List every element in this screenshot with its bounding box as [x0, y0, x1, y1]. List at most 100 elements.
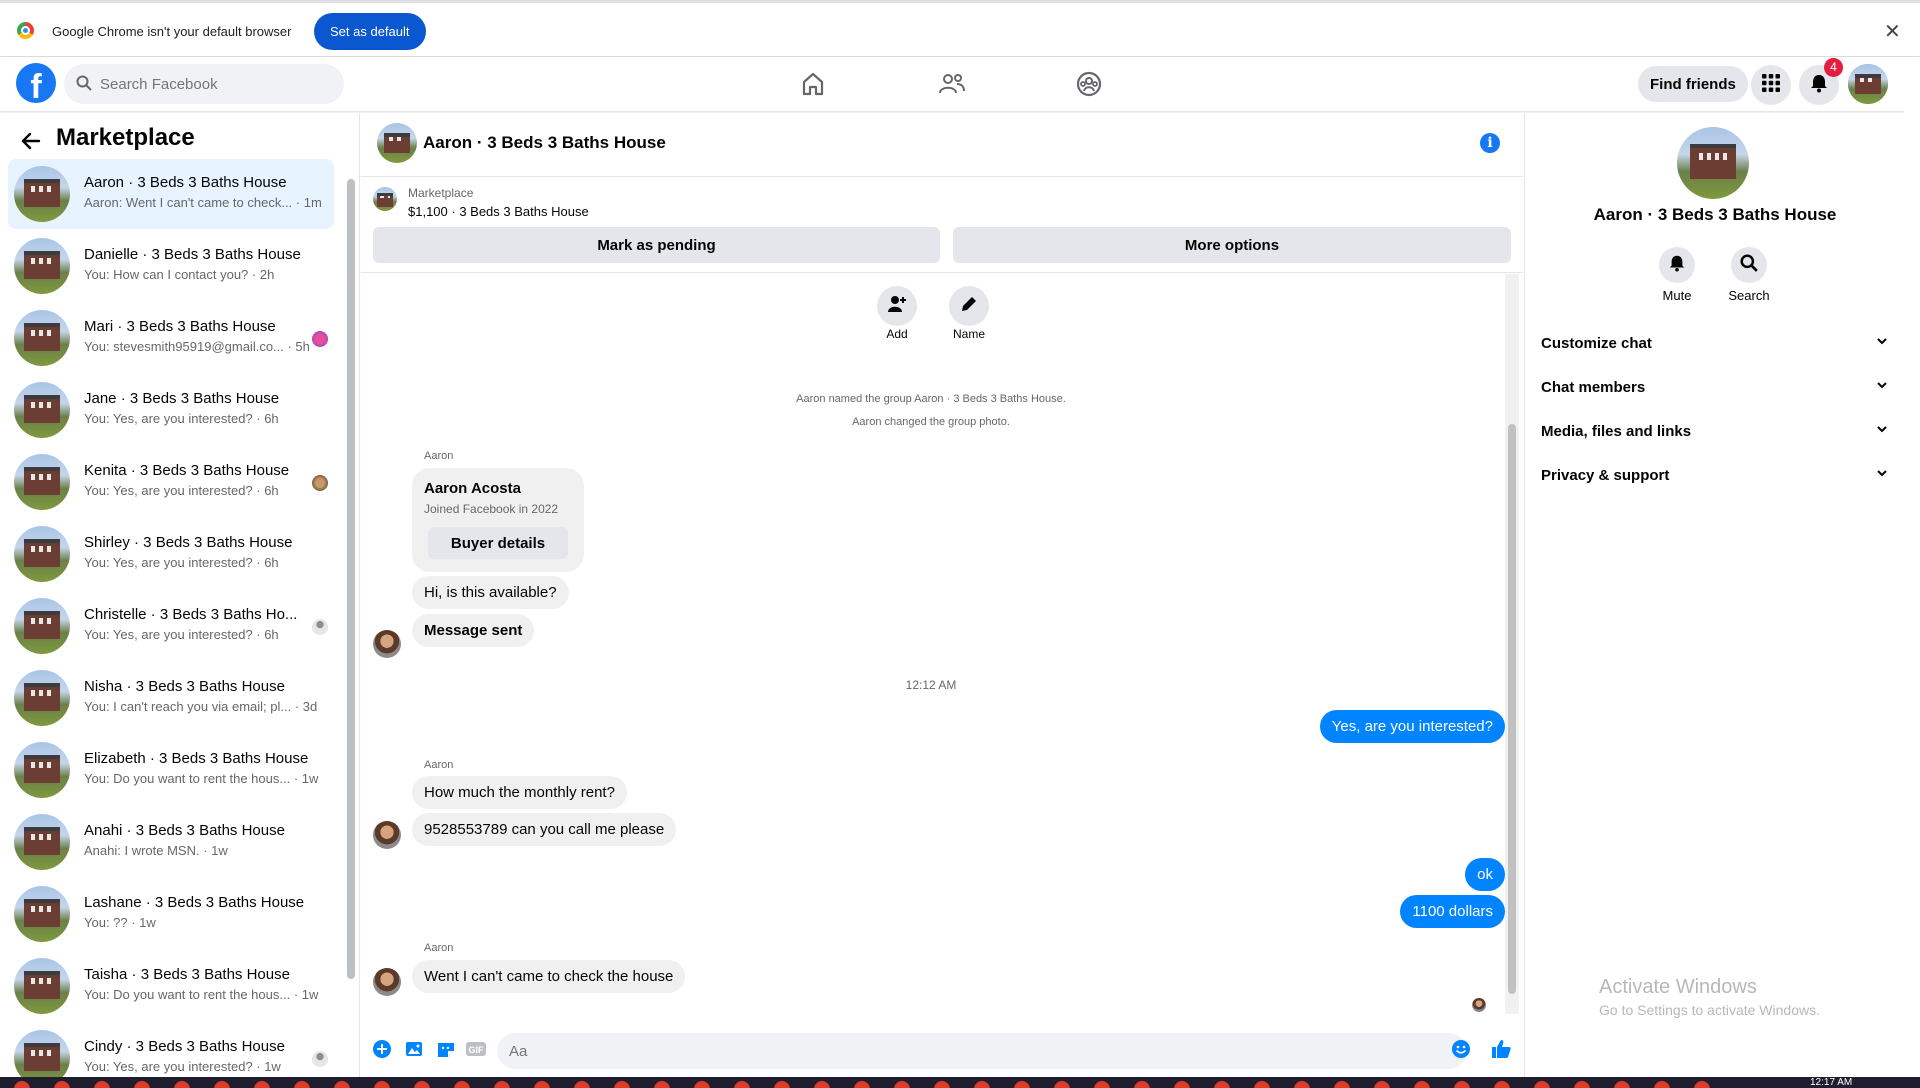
plus-circle-icon[interactable] — [371, 1038, 393, 1060]
sender-avatar[interactable] — [373, 968, 401, 996]
conversation-item[interactable]: Lashane · 3 Beds 3 Baths House You: ?? ·… — [8, 879, 334, 949]
taskbar-app-icon[interactable] — [1574, 1081, 1590, 1088]
incoming-message[interactable]: Went I can't came to check the house — [412, 960, 686, 993]
chat-title[interactable]: Aaron · 3 Beds 3 Baths House — [423, 133, 666, 153]
message-input[interactable] — [497, 1033, 1467, 1069]
taskbar-app-icon[interactable] — [894, 1081, 910, 1088]
taskbar-app-icon[interactable] — [374, 1081, 390, 1088]
more-options-button[interactable]: More options — [953, 227, 1511, 263]
conversation-item[interactable]: Jane · 3 Beds 3 Baths House You: Yes, ar… — [8, 375, 334, 445]
set-as-default-button[interactable]: Set as default — [314, 13, 426, 50]
outgoing-message[interactable]: Yes, are you interested? — [1319, 710, 1505, 743]
search-input[interactable] — [100, 64, 330, 104]
sticker-icon[interactable] — [435, 1038, 457, 1060]
section-chat-members[interactable]: Chat members — [1541, 369, 1889, 405]
conversation-item[interactable]: Taisha · 3 Beds 3 Baths House You: Do yo… — [8, 951, 334, 1021]
taskbar-app-icon[interactable] — [414, 1081, 430, 1088]
taskbar-app-icon[interactable] — [1654, 1081, 1670, 1088]
taskbar-app-icon[interactable] — [1534, 1081, 1550, 1088]
taskbar-app-icon[interactable] — [1374, 1081, 1390, 1088]
listing-price-title[interactable]: $1,100 · 3 Beds 3 Baths House — [408, 204, 589, 219]
taskbar-app-icon[interactable] — [254, 1081, 270, 1088]
taskbar-app-icon[interactable] — [494, 1081, 510, 1088]
section-privacy-support[interactable]: Privacy & support — [1541, 457, 1889, 493]
taskbar-app-icon[interactable] — [814, 1081, 830, 1088]
taskbar-app-icon[interactable] — [14, 1081, 30, 1088]
close-icon[interactable]: ✕ — [1884, 19, 1901, 44]
taskbar-app-icon[interactable] — [734, 1081, 750, 1088]
listing-thumbnail[interactable] — [373, 187, 397, 211]
incoming-message[interactable]: How much the monthly rent? — [412, 776, 627, 809]
mark-as-pending-button[interactable]: Mark as pending — [373, 227, 940, 263]
taskbar-app-icon[interactable] — [974, 1081, 990, 1088]
add-people-button[interactable] — [877, 286, 917, 326]
gif-icon[interactable]: GIF — [465, 1038, 487, 1060]
group-photo[interactable] — [1677, 127, 1749, 199]
taskbar-app-icon[interactable] — [654, 1081, 670, 1088]
outgoing-message[interactable]: 1100 dollars — [1400, 895, 1505, 928]
incoming-message[interactable]: 9528553789 can you call me please — [412, 813, 677, 846]
taskbar-app-icon[interactable] — [1134, 1081, 1150, 1088]
taskbar-app-icon[interactable] — [1054, 1081, 1070, 1088]
conversation-item[interactable]: Danielle · 3 Beds 3 Baths House You: How… — [8, 231, 334, 301]
taskbar-app-icon[interactable] — [54, 1081, 70, 1088]
outgoing-message[interactable]: ok — [1465, 858, 1505, 891]
conversation-item[interactable]: Kenita · 3 Beds 3 Baths House You: Yes, … — [8, 447, 334, 517]
taskbar-app-icon[interactable] — [534, 1081, 550, 1088]
search-box[interactable] — [64, 64, 344, 104]
taskbar-app-icon[interactable] — [1214, 1081, 1230, 1088]
taskbar-app-icon[interactable] — [694, 1081, 710, 1088]
conversation-item[interactable]: Nisha · 3 Beds 3 Baths House You: I can'… — [8, 663, 334, 733]
page-scrollbar[interactable] — [1904, 57, 1920, 1077]
back-arrow-icon[interactable] — [20, 130, 42, 157]
home-icon[interactable] — [798, 69, 828, 99]
mute-button[interactable] — [1659, 247, 1695, 283]
conversation-item[interactable]: Anahi · 3 Beds 3 Baths House Anahi: I wr… — [8, 807, 334, 877]
menu-grid-button[interactable] — [1751, 65, 1791, 105]
name-group-button[interactable] — [949, 286, 989, 326]
conversation-item[interactable]: Elizabeth · 3 Beds 3 Baths House You: Do… — [8, 735, 334, 805]
taskbar-app-icon[interactable] — [1454, 1081, 1470, 1088]
facebook-logo-icon[interactable]: f — [16, 63, 56, 103]
taskbar-app-icon[interactable] — [1334, 1081, 1350, 1088]
taskbar-app-icon[interactable] — [774, 1081, 790, 1088]
conversation-item[interactable]: Aaron · 3 Beds 3 Baths House Aaron: Went… — [8, 159, 334, 229]
info-icon[interactable]: i — [1480, 133, 1500, 153]
section-customize-chat[interactable]: Customize chat — [1541, 325, 1889, 361]
profile-avatar[interactable] — [1848, 64, 1888, 104]
taskbar-app-icon[interactable] — [1694, 1081, 1710, 1088]
taskbar-app-icon[interactable] — [1494, 1081, 1510, 1088]
taskbar-app-icon[interactable] — [214, 1081, 230, 1088]
sidebar-scroll-thumb[interactable] — [347, 179, 355, 979]
buyer-details-button[interactable]: Buyer details — [428, 527, 568, 559]
taskbar-app-icon[interactable] — [854, 1081, 870, 1088]
taskbar-app-icon[interactable] — [574, 1081, 590, 1088]
conversation-item[interactable]: Cindy · 3 Beds 3 Baths House You: Yes, a… — [8, 1023, 334, 1077]
taskbar-app-icon[interactable] — [1094, 1081, 1110, 1088]
groups-icon[interactable] — [1074, 69, 1104, 99]
taskbar-app-icon[interactable] — [1254, 1081, 1270, 1088]
taskbar-app-icon[interactable] — [134, 1081, 150, 1088]
taskbar-app-icon[interactable] — [94, 1081, 110, 1088]
incoming-message[interactable]: Hi, is this available? — [412, 576, 569, 609]
conversation-item[interactable]: Christelle · 3 Beds 3 Baths Ho... You: Y… — [8, 591, 334, 661]
taskbar-app-icon[interactable] — [334, 1081, 350, 1088]
photo-icon[interactable] — [403, 1038, 425, 1060]
taskbar-app-icon[interactable] — [614, 1081, 630, 1088]
chat-avatar[interactable] — [377, 123, 417, 163]
conversation-item[interactable]: Shirley · 3 Beds 3 Baths House You: Yes,… — [8, 519, 334, 589]
search-chat-button[interactable] — [1731, 247, 1767, 283]
conversation-item[interactable]: Mari · 3 Beds 3 Baths House You: stevesm… — [8, 303, 334, 373]
find-friends-button[interactable]: Find friends — [1638, 66, 1748, 102]
sender-avatar[interactable] — [373, 630, 401, 658]
taskbar-app-icon[interactable] — [1614, 1081, 1630, 1088]
friends-icon[interactable] — [937, 69, 967, 99]
taskbar-app-icon[interactable] — [1294, 1081, 1310, 1088]
taskbar-app-icon[interactable] — [454, 1081, 470, 1088]
taskbar-app-icon[interactable] — [1014, 1081, 1030, 1088]
taskbar-app-icon[interactable] — [174, 1081, 190, 1088]
section-media-files-links[interactable]: Media, files and links — [1541, 413, 1889, 449]
emoji-icon[interactable] — [1450, 1038, 1472, 1060]
taskbar-app-icon[interactable] — [1414, 1081, 1430, 1088]
taskbar-app-icon[interactable] — [294, 1081, 310, 1088]
